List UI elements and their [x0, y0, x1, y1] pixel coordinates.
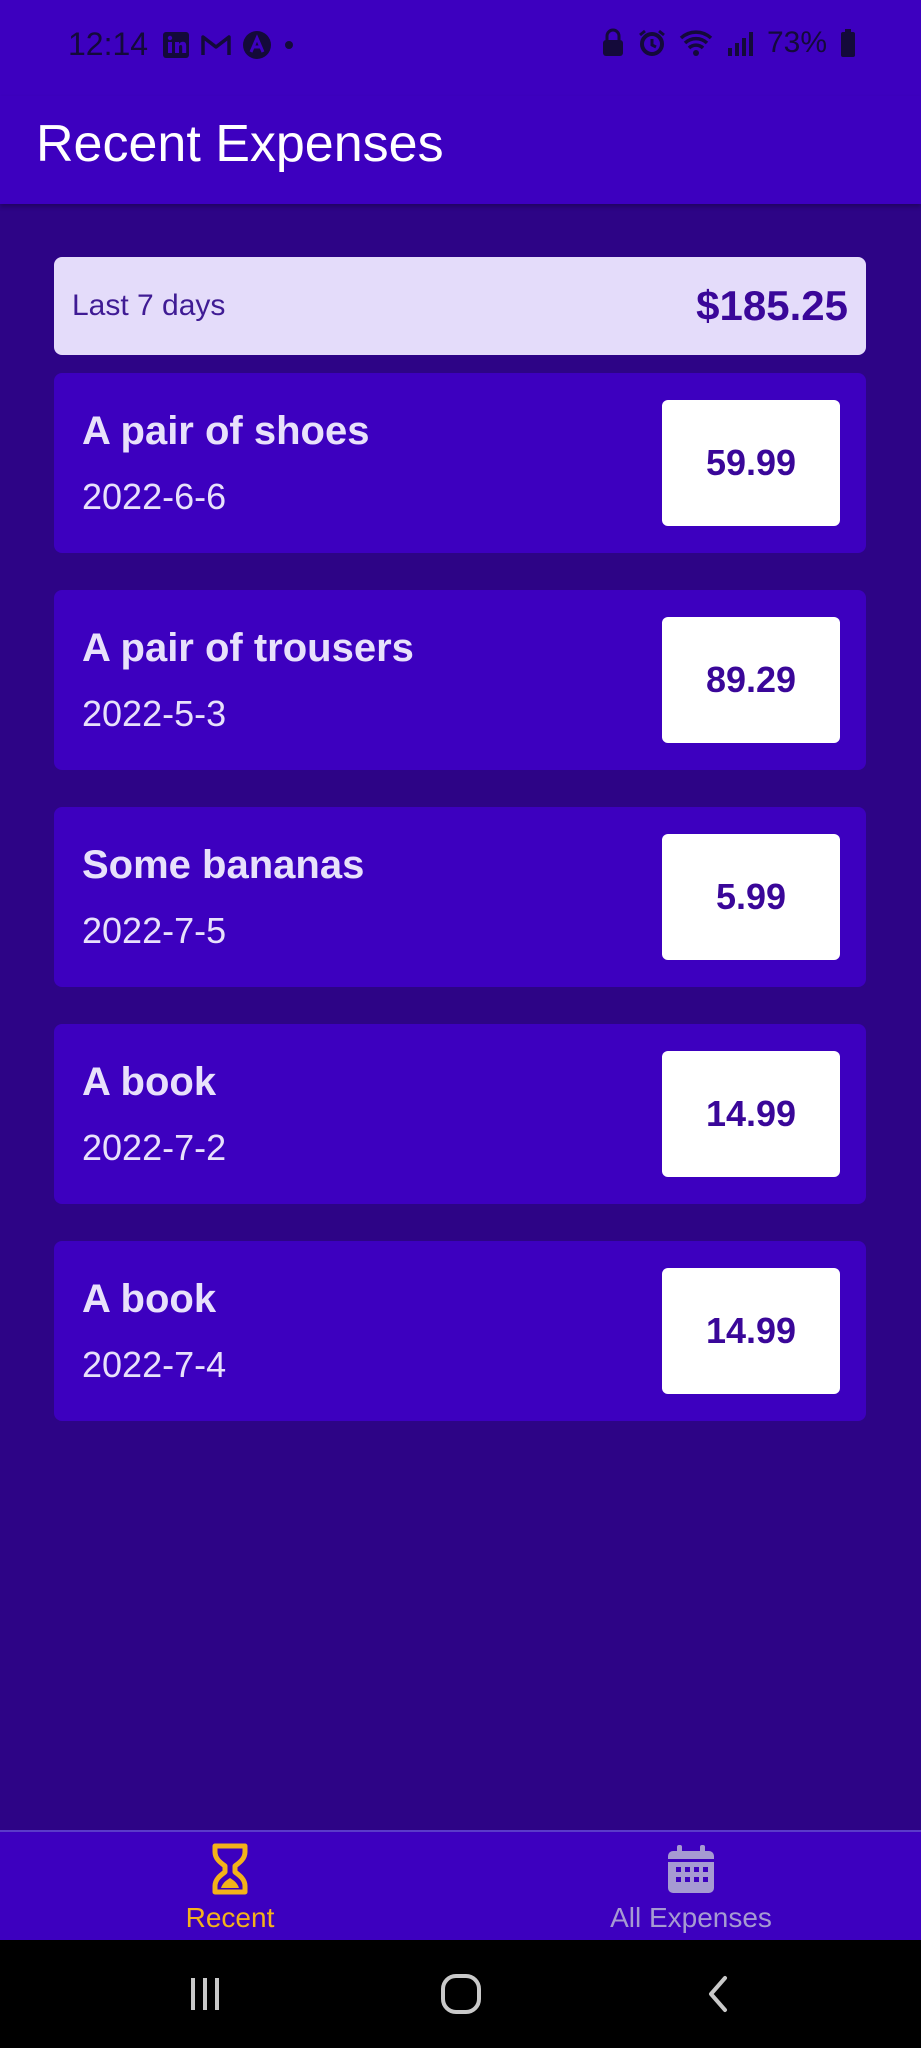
summary-sum: $185.25 [696, 282, 848, 329]
app-a-icon [243, 31, 271, 59]
expense-item[interactable]: Some bananas 2022-7-5 5.99 [54, 807, 866, 987]
expense-amount: 5.99 [715, 876, 787, 917]
system-nav-bar [0, 1940, 921, 2048]
expense-description: A pair of trousers [82, 626, 414, 670]
expense-list: A pair of shoes 2022-6-6 59.99 A pair of… [54, 373, 866, 1421]
expense-item[interactable]: A pair of shoes 2022-6-6 59.99 [54, 373, 866, 553]
gmail-icon [201, 35, 231, 55]
expense-description: Some bananas [82, 843, 365, 887]
expense-amount-box: 14.99 [662, 1268, 840, 1394]
main-content: Last 7 days $185.25 A pair of shoes 2022… [54, 257, 866, 1458]
expenses-summary: Last 7 days $185.25 [54, 257, 866, 355]
expense-date: 2022-5-3 [82, 693, 227, 734]
expense-amount-box: 14.99 [662, 1051, 840, 1177]
expense-description: A pair of shoes [82, 409, 370, 453]
bottom-tab-bar: Recent All Expenses [0, 1830, 921, 1940]
home-button[interactable] [421, 1962, 501, 2026]
system-icons: 73% [601, 26, 857, 60]
expense-item[interactable]: A pair of trousers 2022-5-3 89.29 [54, 590, 866, 770]
recent-apps-button[interactable] [165, 1962, 245, 2026]
expense-amount: 14.99 [705, 1310, 797, 1351]
expense-date: 2022-6-6 [82, 476, 227, 517]
alarm-icon [639, 29, 665, 56]
expense-date: 2022-7-5 [82, 910, 227, 951]
page-title: Recent Expenses [36, 115, 444, 173]
linkedin-icon [163, 32, 189, 58]
expense-description: A book [82, 1277, 217, 1321]
expense-amount-box: 59.99 [662, 400, 840, 526]
back-button[interactable] [679, 1962, 759, 2026]
tab-recent[interactable]: Recent [0, 1832, 460, 1940]
expense-date: 2022-7-4 [82, 1344, 227, 1385]
expense-date: 2022-7-2 [82, 1127, 227, 1168]
signal-icon [727, 32, 753, 56]
tab-label: All Expenses [610, 1902, 772, 1933]
expense-amount: 59.99 [705, 442, 797, 483]
recent-apps-icon [191, 1978, 219, 2010]
calendar-icon [668, 1845, 714, 1893]
expense-amount-box: 5.99 [662, 834, 840, 960]
dot-icon [285, 41, 293, 49]
battery-percent: 73% [766, 26, 827, 59]
expense-amount-box: 89.29 [662, 617, 840, 743]
expense-item[interactable]: A book 2022-7-4 14.99 [54, 1241, 866, 1421]
lock-icon [602, 28, 623, 56]
wifi-icon [679, 30, 713, 56]
hourglass-icon [212, 1843, 248, 1895]
back-icon [709, 1976, 727, 2012]
tab-all-expenses[interactable]: All Expenses [461, 1832, 921, 1940]
expense-amount: 14.99 [705, 1093, 797, 1134]
app-bar: Recent Expenses [0, 96, 921, 204]
summary-period: Last 7 days [72, 289, 226, 322]
expense-item[interactable]: A book 2022-7-2 14.99 [54, 1024, 866, 1204]
status-time: 12:14 [68, 26, 149, 62]
expense-amount: 89.29 [705, 659, 797, 700]
tab-label: Recent [185, 1902, 275, 1933]
battery-icon [841, 29, 855, 57]
home-icon [441, 1974, 481, 2014]
status-bar: 12:14 73% [0, 0, 921, 96]
expense-description: A book [82, 1060, 217, 1104]
notification-icons [162, 30, 296, 60]
